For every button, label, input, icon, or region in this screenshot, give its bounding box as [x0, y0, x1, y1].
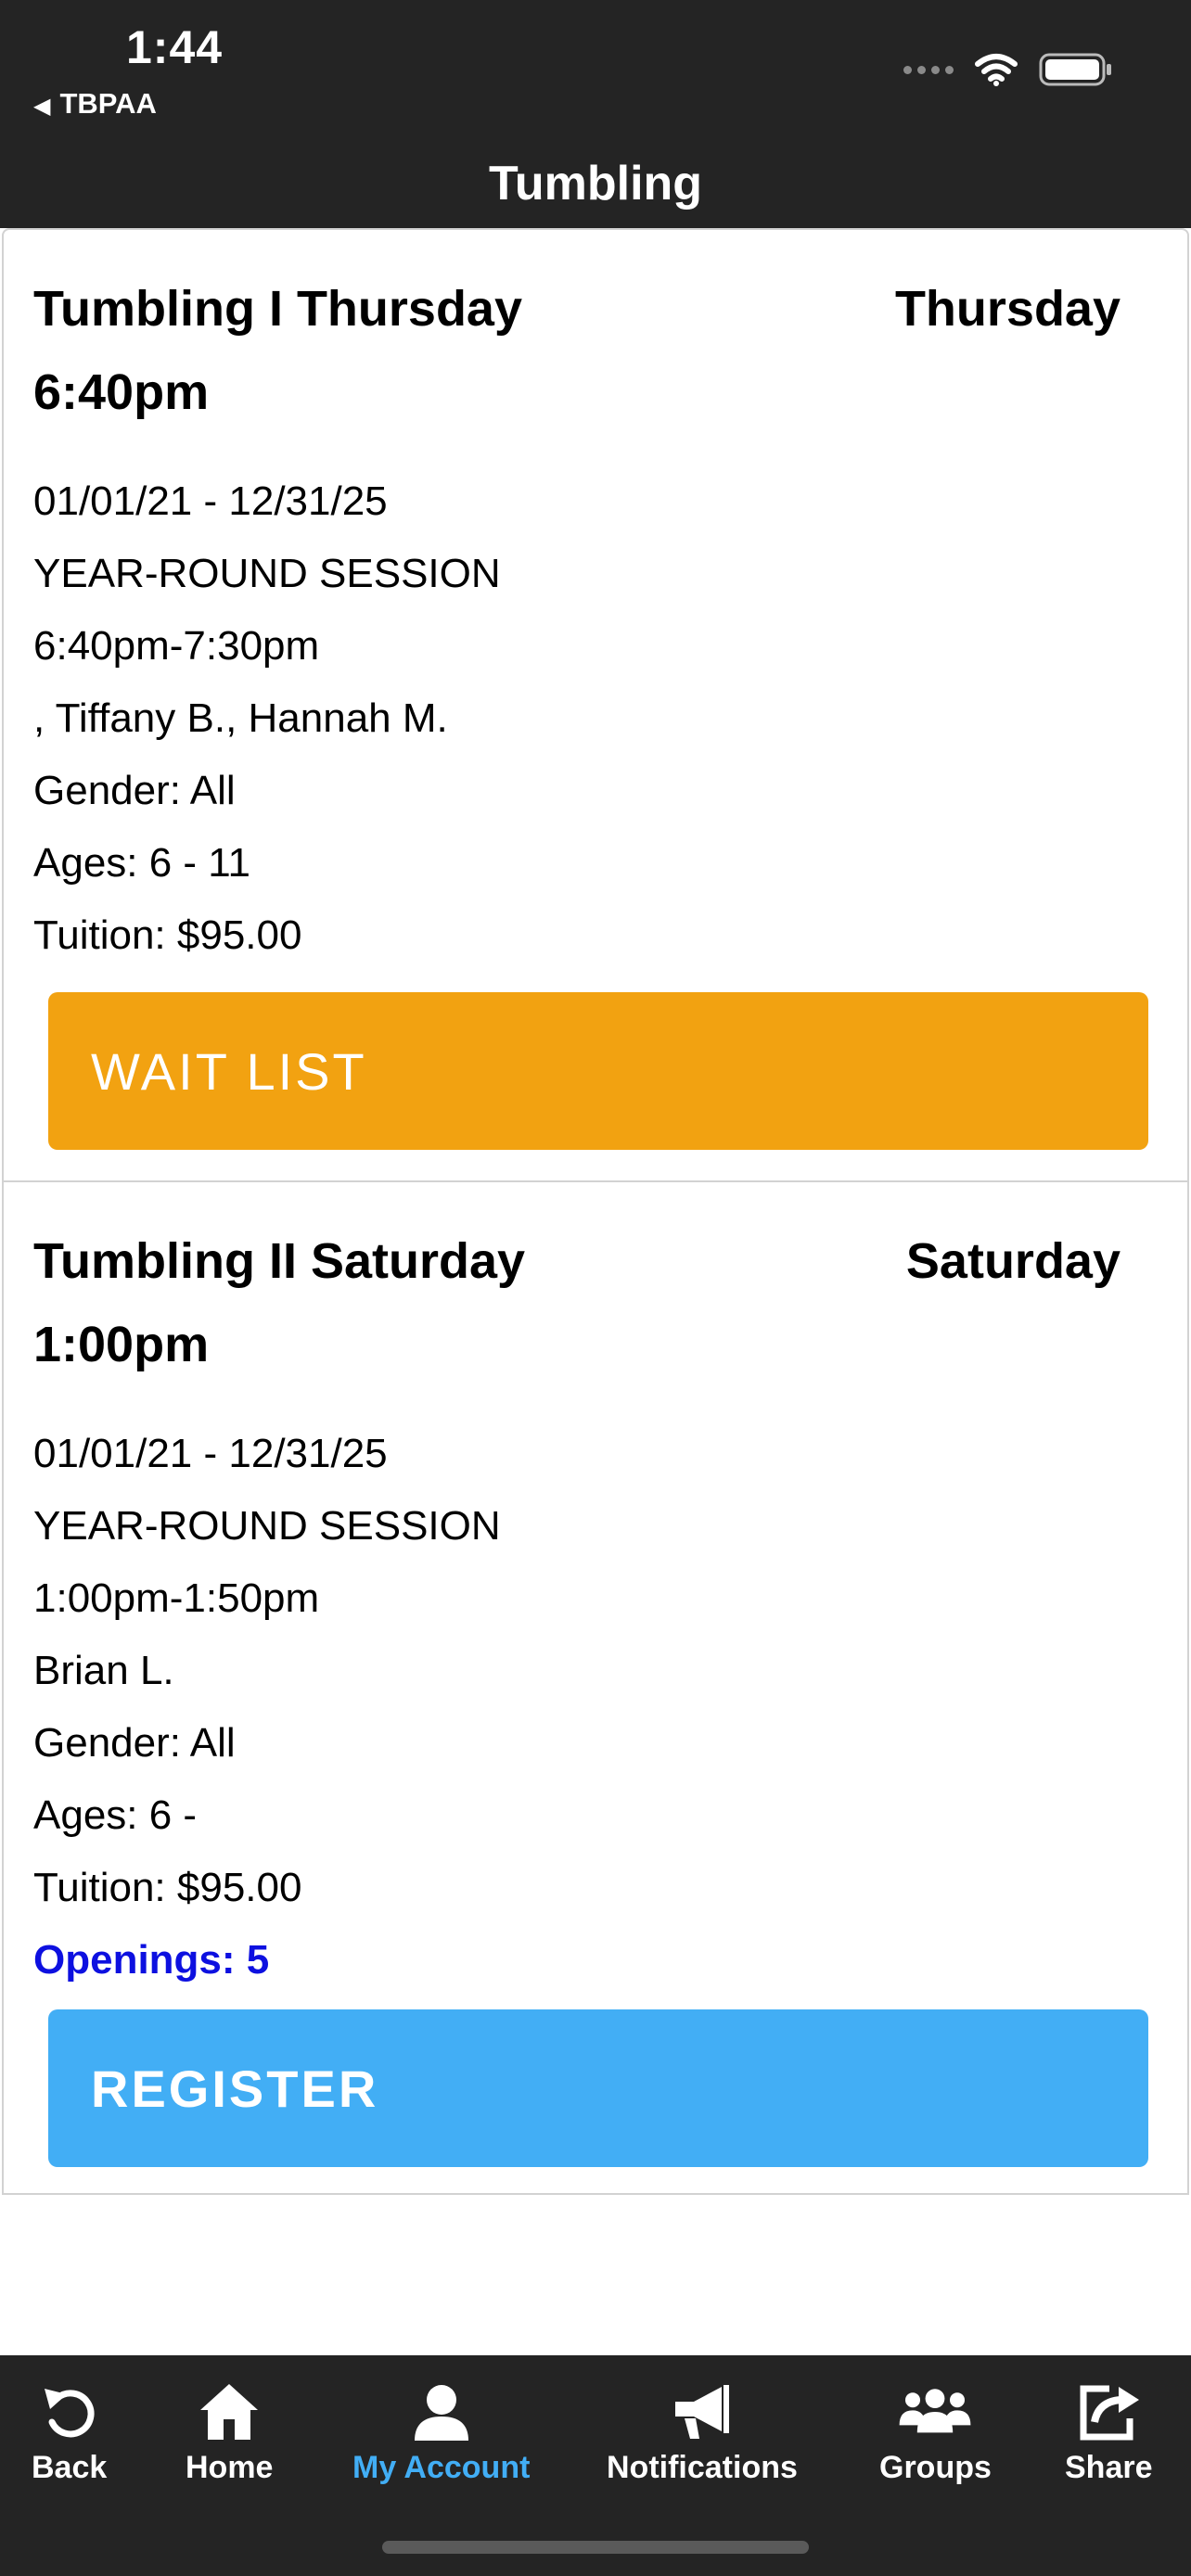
home-icon: [200, 2384, 259, 2440]
class-ages: Ages: 6 -: [33, 1792, 198, 1838]
register-button[interactable]: REGISTER: [48, 2009, 1148, 2167]
share-icon: [1080, 2385, 1140, 2441]
class-details: 01/01/21 - 12/31/25 YEAR-ROUND SESSION 1…: [33, 1418, 501, 1996]
class-ages: Ages: 6 - 11: [33, 840, 250, 886]
class-instructors: Brian L.: [33, 1648, 174, 1693]
tab-share[interactable]: Share: [1065, 2379, 1153, 2486]
class-title: Tumbling I Thursday 6:40pm: [33, 281, 523, 420]
class-card: Tumbling II Saturday 1:00pm Saturday 01/…: [2, 1182, 1189, 2195]
back-app-label: TBPAA: [59, 87, 157, 120]
signal-icon: [903, 65, 954, 74]
class-card: Tumbling I Thursday 6:40pm Thursday 01/0…: [2, 228, 1189, 1182]
page-title: Tumbling: [488, 157, 703, 210]
class-session: YEAR-ROUND SESSION: [33, 1503, 501, 1549]
tab-label: Notifications: [607, 2450, 798, 2485]
class-instructors: , Tiffany B., Hannah M.: [33, 695, 448, 741]
class-time-range: 6:40pm-7:30pm: [33, 623, 320, 669]
class-dates: 01/01/21 - 12/31/25: [33, 478, 388, 524]
groups-icon: [900, 2389, 971, 2433]
status-icons: [903, 46, 1113, 93]
tab-my-account[interactable]: My Account: [352, 2379, 530, 2486]
tab-home[interactable]: Home: [186, 2379, 273, 2486]
tab-label: Back: [32, 2450, 108, 2485]
user-icon: [414, 2385, 468, 2441]
back-arrow-icon: [44, 2389, 95, 2438]
battery-icon: [1039, 53, 1111, 86]
class-day: Thursday: [894, 281, 1121, 337]
home-indicator[interactable]: [382, 2541, 809, 2554]
wait-list-button[interactable]: WAIT LIST: [48, 992, 1148, 1150]
class-day: Saturday: [905, 1233, 1121, 1289]
class-list: Tumbling I Thursday 6:40pm Thursday 01/0…: [0, 228, 1191, 2195]
class-time-range: 1:00pm-1:50pm: [33, 1575, 320, 1621]
class-gender: Gender: All: [33, 768, 236, 813]
top-bar: 1:44 ◀ TBPAA Tumbling: [0, 0, 1191, 228]
tab-back[interactable]: Back: [32, 2379, 107, 2486]
tab-label: Share: [1065, 2450, 1153, 2485]
class-session: YEAR-ROUND SESSION: [33, 551, 501, 596]
class-tuition: Tuition: $95.00: [33, 1865, 302, 1910]
back-to-app-link[interactable]: ◀ TBPAA: [33, 87, 157, 121]
wifi-icon: [975, 54, 1018, 86]
status-time: 1:44: [126, 21, 224, 73]
class-tuition: Tuition: $95.00: [33, 912, 302, 958]
class-openings: Openings: 5: [33, 1937, 270, 1983]
tab-notifications[interactable]: Notifications: [607, 2379, 798, 2486]
class-gender: Gender: All: [33, 1720, 236, 1766]
class-dates: 01/01/21 - 12/31/25: [33, 1431, 388, 1476]
tab-label: Groups: [879, 2450, 992, 2485]
tab-label: Home: [186, 2450, 274, 2485]
tab-label: My Account: [352, 2450, 531, 2485]
class-title: Tumbling II Saturday 1:00pm: [33, 1233, 526, 1372]
class-details: 01/01/21 - 12/31/25 YEAR-ROUND SESSION 6…: [33, 465, 501, 972]
back-triangle-icon: ◀: [33, 94, 51, 119]
megaphone-icon: [674, 2385, 729, 2439]
tab-groups[interactable]: Groups: [879, 2379, 992, 2486]
